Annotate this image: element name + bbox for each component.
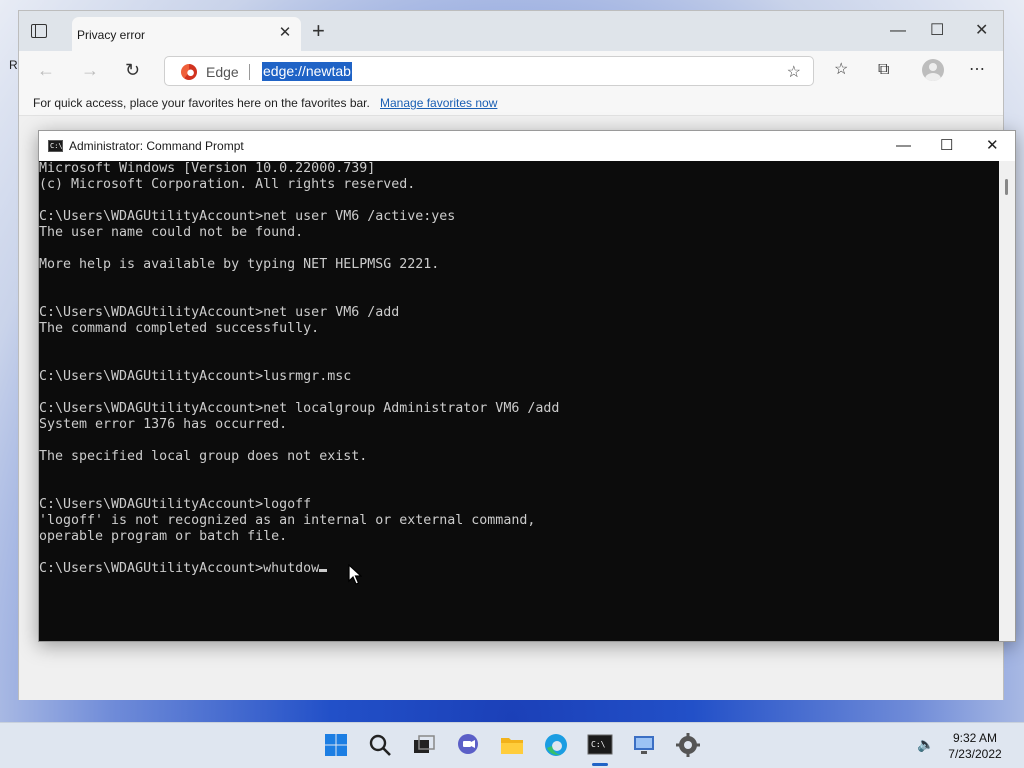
windows-start-icon[interactable] [323,732,349,758]
new-tab-icon[interactable]: + [312,20,325,42]
cmd-minimize-icon[interactable]: — [896,136,911,156]
console-input-text: C:\Users\WDAGUtilityAccount>whutdow [39,561,320,576]
console-line: 'logoff' is not recognized as an interna… [39,513,536,528]
back-icon[interactable]: ← [37,59,55,81]
console-scrollbar[interactable] [999,161,1015,641]
favorites-bar: For quick access, place your favorites h… [19,91,1003,116]
file-explorer-icon[interactable] [499,732,525,758]
favorites-bar-message: For quick access, place your favorites h… [33,96,370,110]
console-line: Microsoft Windows [Version 10.0.22000.73… [39,161,376,176]
cmd-window-title: Administrator: Command Prompt [69,139,244,153]
console-output[interactable]: Microsoft Windows [Version 10.0.22000.73… [39,161,1001,641]
console-line: C:\Users\WDAGUtilityAccount>net user VM6… [39,209,456,224]
system-clock[interactable]: 9:32 AM 7/23/2022 [940,730,1010,762]
console-line: The specified local group does not exist… [39,449,368,464]
clock-time: 9:32 AM [952,731,998,745]
more-options-icon[interactable]: ⋯ [969,60,985,80]
minimize-icon[interactable]: — [890,21,906,41]
profile-avatar[interactable] [922,59,944,81]
edge-icon[interactable] [543,732,569,758]
tab-strip: Privacy error ✕ + — ☐ ✕ [19,11,1003,51]
omnibox-divider [249,64,250,80]
edge-logo-icon [181,64,197,80]
console-line: System error 1376 has occurred. [39,417,288,432]
browser-toolbar: ← → ↻ Edge edge://newtab ☆ ☆ ⧉ ⋯ [19,51,1003,91]
svg-text:C:\: C:\ [591,740,606,749]
maximize-icon[interactable]: ☐ [930,21,944,41]
console-line: More help is available by typing NET HEL… [39,257,440,272]
close-window-icon[interactable]: ✕ [975,21,988,41]
cmd-maximize-icon[interactable]: ☐ [940,136,953,156]
console-line: C:\Users\WDAGUtilityAccount>net localgro… [39,401,560,416]
command-prompt-window: C:\ Administrator: Command Prompt — ☐ ✕ … [38,130,1016,642]
task-view-icon[interactable] [411,732,437,758]
manage-favorites-link[interactable]: Manage favorites now [380,96,497,110]
console-input-line[interactable]: C:\Users\WDAGUtilityAccount>whutdow [39,561,1001,577]
remote-desktop-icon[interactable] [631,732,657,758]
active-app-indicator [592,763,608,766]
close-icon[interactable]: ✕ [275,23,295,43]
console-line: C:\Users\WDAGUtilityAccount>net user VM6… [39,305,400,320]
console-line: The command completed successfully. [39,321,320,336]
text-cursor [319,569,328,572]
url-text[interactable]: edge://newtab [262,62,352,81]
clock-date: 7/23/2022 [948,747,1002,761]
forward-icon[interactable]: → [81,59,99,81]
command-prompt-icon[interactable]: C:\ [587,732,613,758]
console-line: operable program or batch file. [39,529,288,544]
chat-icon[interactable] [455,732,481,758]
console-line: C:\Users\WDAGUtilityAccount>lusrmgr.msc [39,369,352,384]
console-line: The user name could not be found. [39,225,304,240]
console-line: C:\Users\WDAGUtilityAccount>logoff [39,497,312,512]
desktop-icon-label: R [9,58,18,72]
volume-icon[interactable]: 🔈 [917,736,934,753]
tab-actions-icon[interactable] [31,24,47,38]
settings-icon[interactable] [675,732,701,758]
browser-tab[interactable]: Privacy error ✕ [72,17,301,51]
console-line: (c) Microsoft Corporation. All rights re… [39,177,416,192]
refresh-icon[interactable]: ↻ [125,59,140,81]
add-favorite-icon[interactable]: ☆ [787,62,801,82]
search-icon[interactable] [367,732,393,758]
cmd-close-icon[interactable]: ✕ [986,136,999,156]
mouse-pointer-icon [348,564,362,585]
address-bar[interactable]: Edge edge://newtab ☆ [164,56,814,86]
omnibox-brand-label: Edge [206,64,239,80]
taskbar: C:\ 🔈 9:32 AM 7/23/2022 [0,722,1024,768]
scrollbar-thumb[interactable] [1005,179,1008,195]
collections-icon[interactable]: ⧉ [878,60,889,80]
tab-title: Privacy error [77,28,146,42]
cmd-app-icon: C:\ [48,140,63,152]
favorites-icon[interactable]: ☆ [834,60,848,80]
cmd-title-bar[interactable]: C:\ Administrator: Command Prompt — ☐ ✕ [39,131,1015,161]
